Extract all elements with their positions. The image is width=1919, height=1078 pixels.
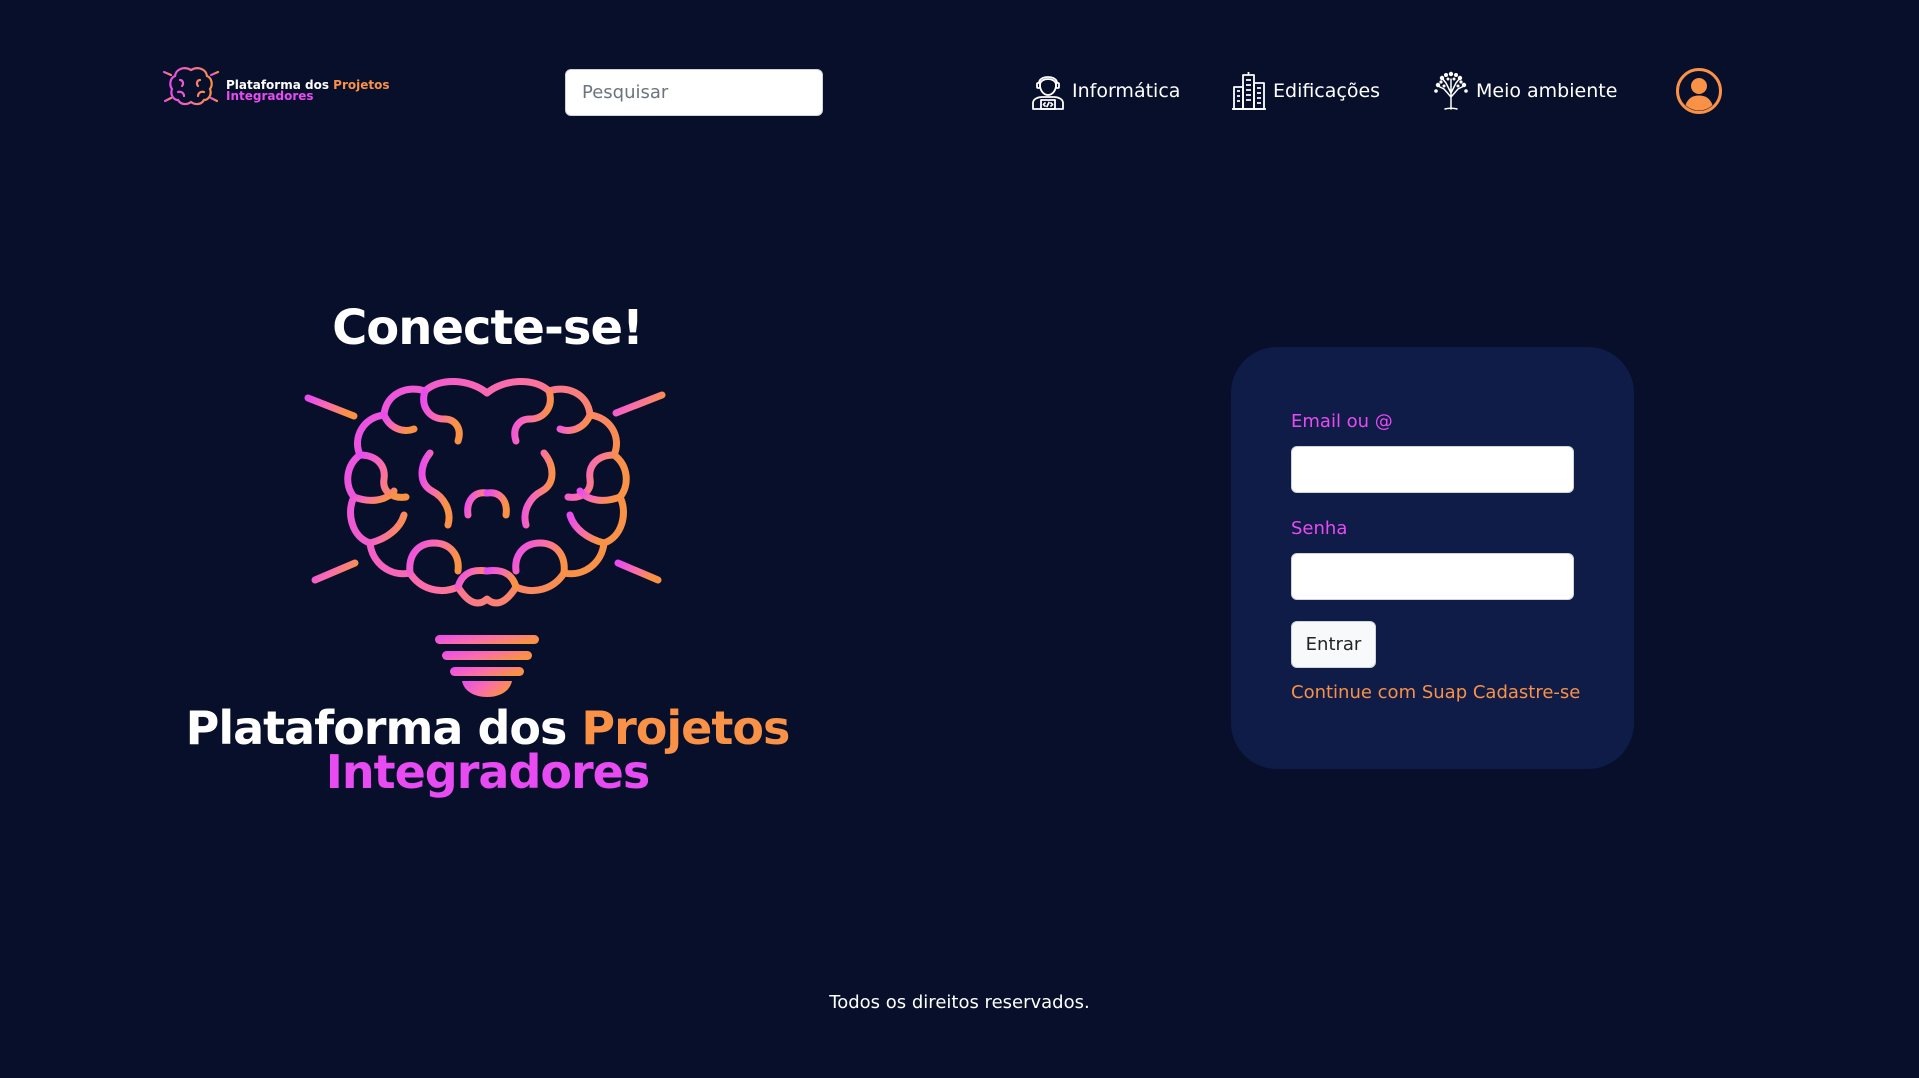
nav-item-edificacoes[interactable]: Edificações: [1231, 70, 1380, 112]
auth-links: Continue com Suap Cadastre-se: [1291, 682, 1580, 703]
register-link[interactable]: Cadastre-se: [1473, 682, 1581, 703]
page-title: Conecte-se!: [332, 300, 644, 356]
nav-item-label: Meio ambiente: [1476, 80, 1618, 102]
password-field[interactable]: [1291, 553, 1574, 600]
nav-item-label: Informática: [1072, 80, 1181, 102]
email-label: Email ou @: [1291, 411, 1393, 432]
logo-line1-accent: Projetos: [333, 78, 390, 92]
tree-icon: [1434, 71, 1468, 110]
user-icon[interactable]: [1675, 67, 1723, 115]
login-button[interactable]: Entrar: [1291, 621, 1376, 668]
suap-login-link[interactable]: Continue com Suap: [1291, 682, 1467, 703]
brand-name: Plataforma dos Projetos Integradores: [0, 705, 975, 799]
brand-line2: Integradores: [325, 745, 651, 799]
email-field[interactable]: [1291, 446, 1574, 493]
buildings-icon: [1232, 72, 1266, 110]
password-label: Senha: [1291, 518, 1348, 539]
nav-item-label: Edificações: [1273, 80, 1381, 102]
logo-line2: Integradores: [226, 89, 314, 103]
login-card: Email ou @ Senha Entrar Continue com Sua…: [1231, 347, 1634, 769]
programmer-icon: [1032, 76, 1064, 110]
search-input[interactable]: [565, 69, 823, 116]
brain-logo-icon: [161, 67, 221, 118]
footer-text: Todos os direitos reservados.: [829, 992, 1090, 1013]
logo-text: Plataforma dos Projetos Integradores: [226, 78, 390, 103]
brain-lightbulb-icon: [291, 377, 679, 697]
nav-item-meio-ambiente[interactable]: Meio ambiente: [1432, 70, 1617, 112]
header: Plataforma dos Projetos Integradores Inf…: [0, 0, 1919, 182]
site-logo[interactable]: Plataforma dos Projetos Integradores: [160, 62, 390, 120]
nav-item-informatica[interactable]: Informática: [1030, 70, 1180, 112]
